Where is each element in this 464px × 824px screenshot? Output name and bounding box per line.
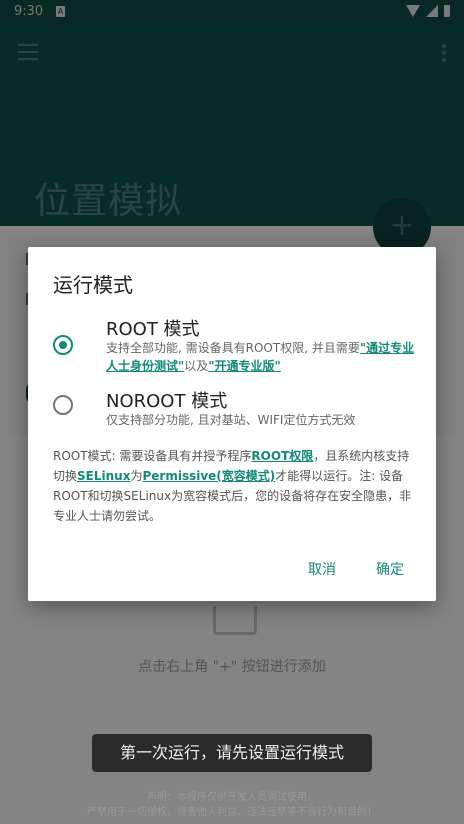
toast-message: 第一次运行，请先设置运行模式 [92, 734, 372, 772]
option-title: ROOT 模式 [106, 319, 200, 340]
open-pro-link[interactable]: "开通专业版" [208, 359, 281, 373]
note-text: 为 [130, 469, 143, 483]
root-permission-link[interactable]: ROOT权限 [251, 449, 313, 463]
option-description: 支持全部功能, 需设备具有ROOT权限, 并且需要"通过专业人士身份测试"以及"… [106, 339, 422, 375]
disclaimer: 声明：本程序仅供开发人员调试使用， 严禁用于一切侵权、侵害他人利益、违法违禁等不… [0, 790, 464, 820]
permissive-mode-link[interactable]: Permissive(宽容模式) [142, 469, 275, 483]
option-desc-text: 以及 [184, 359, 209, 373]
option-title: NOROOT 模式 [106, 391, 228, 412]
cancel-button[interactable]: 取消 [300, 555, 344, 583]
confirm-button[interactable]: 确定 [368, 555, 412, 583]
run-mode-dialog: 运行模式 ROOT 模式 支持全部功能, 需设备具有ROOT权限, 并且需要"通… [28, 247, 436, 601]
option-description: 仅支持部分功能, 且对基站、WIFI定位方式无效 [106, 413, 356, 427]
option-desc-text: 支持全部功能, 需设备具有ROOT权限, 并且需要 [106, 341, 360, 355]
note-text: ROOT模式: 需要设备具有并授予程序 [53, 449, 252, 463]
root-mode-radio[interactable] [53, 335, 73, 355]
noroot-mode-radio[interactable] [53, 395, 73, 415]
selinux-link[interactable]: SELinux [77, 469, 130, 483]
disclaimer-line: 严禁用于一切侵权、侵害他人利益、违法违禁等不当行为和目的！ [87, 807, 377, 818]
disclaimer-line: 声明：本程序仅供开发人员调试使用， [147, 792, 317, 803]
dialog-title: 运行模式 [53, 273, 133, 297]
root-mode-note: ROOT模式: 需要设备具有并授予程序ROOT权限，且系统内核支持切换SELin… [53, 446, 418, 526]
